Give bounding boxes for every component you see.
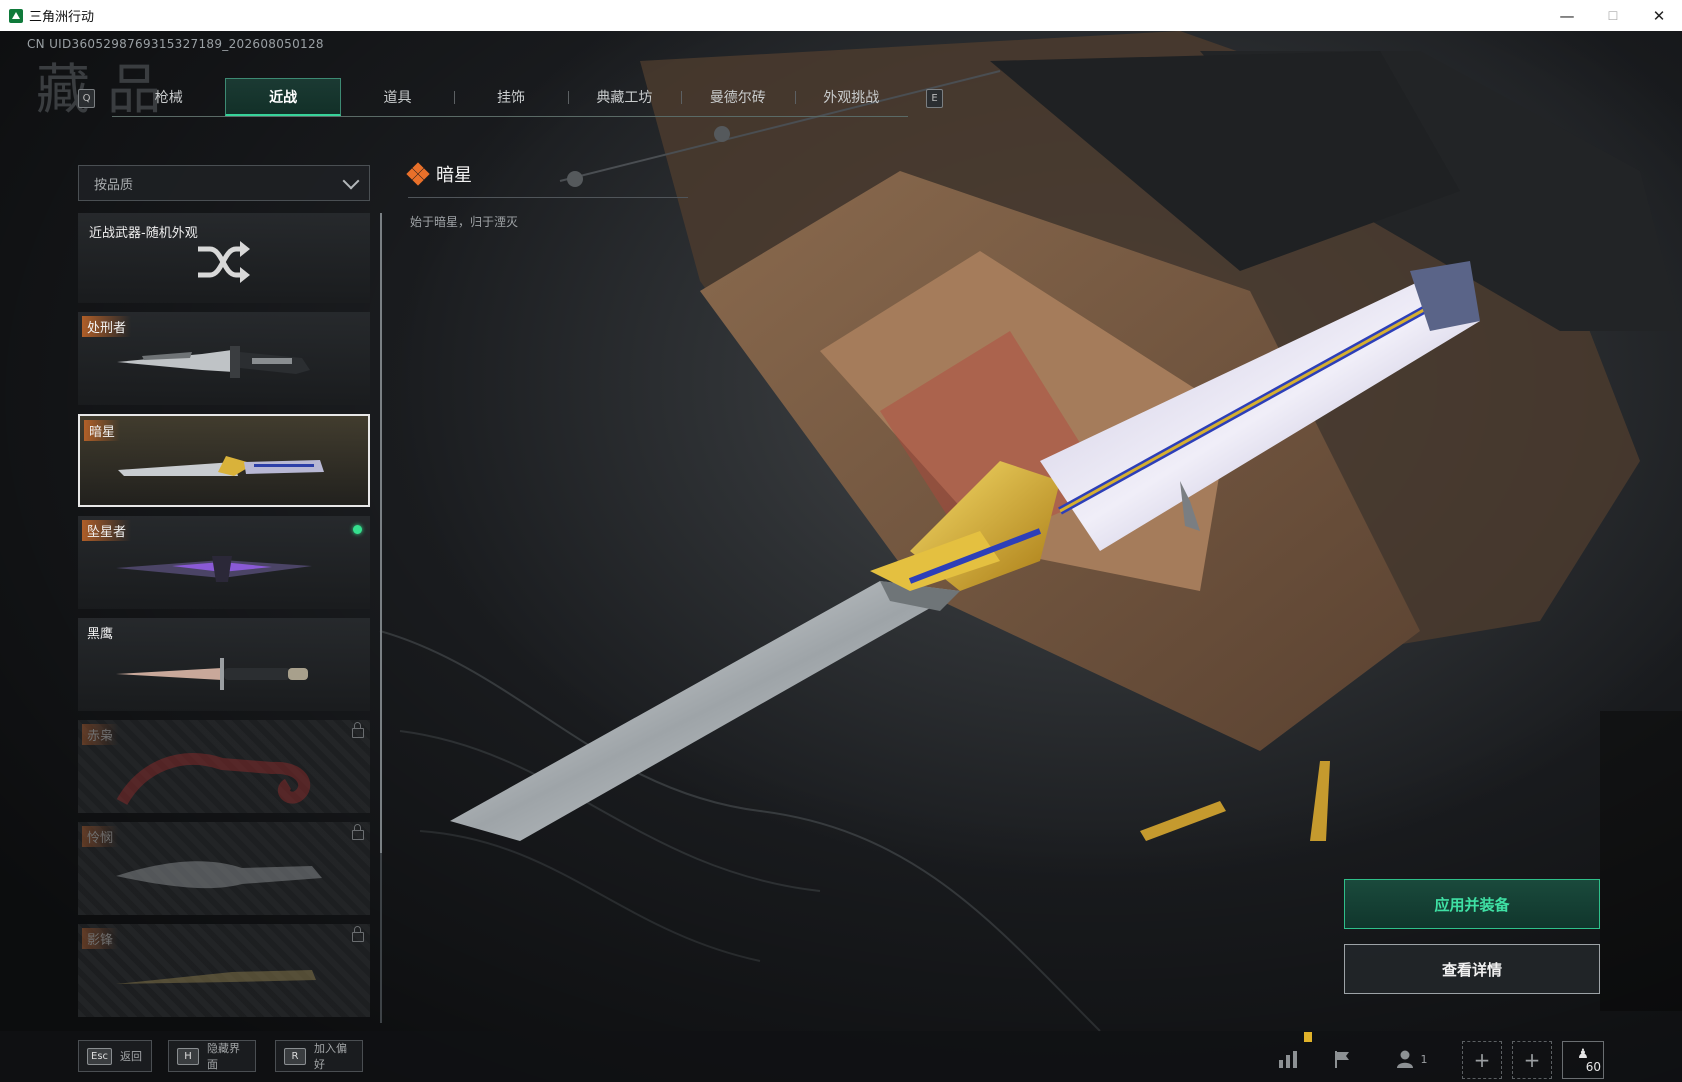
knife-thumbnail <box>116 556 312 582</box>
hint-label: 隐藏界面 <box>207 1042 240 1071</box>
window-titlebar: 三角洲行动 — ☐ ✕ <box>0 0 1682 32</box>
minimize-button[interactable]: — <box>1544 0 1590 31</box>
list-item-star-faller[interactable]: 坠星者 <box>78 516 370 609</box>
list-item-executioner[interactable]: 处刑者 <box>78 312 370 405</box>
tab-firearms[interactable]: 枪械 <box>112 78 225 116</box>
scrollbar-thumb[interactable] <box>380 213 382 853</box>
list-scrollbar[interactable] <box>380 213 382 1023</box>
hint-add-favorite[interactable]: R 加入偏好 <box>275 1040 363 1072</box>
player-level: 60 <box>1585 1059 1601 1074</box>
chevron-down-icon <box>342 172 360 189</box>
hint-label: 返回 <box>120 1050 143 1063</box>
equipped-indicator-icon <box>353 525 362 534</box>
lock-icon <box>352 722 364 738</box>
maximize-button[interactable]: ☐ <box>1590 0 1636 31</box>
lock-icon <box>352 824 364 840</box>
list-item-label: 近战武器-随机外观 <box>89 226 198 241</box>
filter-label: 按品质 <box>94 177 134 193</box>
apply-and-equip-button[interactable]: 应用并装备 <box>1344 879 1600 929</box>
hint-label: 加入偏好 <box>314 1042 347 1071</box>
friends-icon <box>1396 1050 1413 1068</box>
list-item-black-hawk[interactable]: 黑鹰 <box>78 618 370 711</box>
hint-key: R <box>284 1047 306 1065</box>
list-item-label: 怜悯 <box>82 826 119 847</box>
friends-count: 1 <box>1420 1052 1428 1066</box>
plus-icon: + <box>1523 1048 1541 1072</box>
knife-thumbnail <box>116 658 308 690</box>
tab-prev-key[interactable]: Q <box>78 89 95 108</box>
list-item-label: 坠星者 <box>82 520 132 541</box>
hint-hide-ui[interactable]: H 隐藏界面 <box>168 1040 256 1072</box>
notification-badge-icon <box>1304 1032 1312 1042</box>
category-tabs: 枪械 近战 道具 挂饰 典藏工坊 曼德尔砖 外观挑战 <box>112 78 908 117</box>
app-logo-icon <box>9 8 23 23</box>
lock-icon <box>352 926 364 942</box>
knife-thumbnail <box>118 456 324 476</box>
window-title: 三角洲行动 <box>29 10 95 25</box>
list-item-shadow-edge[interactable]: 影锋 <box>78 924 370 1017</box>
rarity-diamond-icon <box>406 162 430 186</box>
friends-button[interactable]: 1 <box>1386 1041 1436 1077</box>
list-item-label: 暗星 <box>84 420 121 441</box>
hint-key: Esc <box>87 1047 113 1065</box>
list-item-label: 处刑者 <box>82 316 132 337</box>
list-item-label: 黑鹰 <box>87 627 114 642</box>
tab-appearance-challenge[interactable]: 外观挑战 <box>794 78 908 116</box>
add-party-slot-button[interactable]: + <box>1462 1041 1502 1079</box>
knife-thumbnail <box>117 346 310 378</box>
tab-next-key[interactable]: E <box>926 89 943 108</box>
view-details-button[interactable]: 查看详情 <box>1344 944 1600 994</box>
tab-melee[interactable]: 近战 <box>225 78 341 116</box>
item-name: 暗星 <box>436 165 472 186</box>
window-controls: — ☐ ✕ <box>1544 0 1682 31</box>
list-item-dark-star[interactable]: 暗星 <box>78 414 370 507</box>
tab-collection-workshop[interactable]: 典藏工坊 <box>567 78 681 116</box>
hint-key: H <box>177 1047 199 1065</box>
tab-items[interactable]: 道具 <box>341 78 454 116</box>
plus-icon: + <box>1473 1048 1491 1072</box>
shuffle-icon <box>198 241 250 283</box>
tab-mandel-brick[interactable]: 曼德尔砖 <box>681 78 794 116</box>
list-item-random[interactable]: 近战武器-随机外观 <box>78 213 370 303</box>
list-item-label: 赤枭 <box>82 724 119 745</box>
tab-charms[interactable]: 挂饰 <box>454 78 567 116</box>
stats-icon[interactable] <box>1272 1041 1306 1077</box>
add-party-slot-button[interactable]: + <box>1512 1041 1552 1079</box>
melee-skin-list: 近战武器-随机外观 处刑者 暗星 坠星者 黑鹰 赤枭 怜悯 影锋 <box>78 213 370 1026</box>
knife-thumbnail <box>116 970 316 984</box>
close-button[interactable]: ✕ <box>1636 0 1682 31</box>
knife-thumbnail <box>116 861 322 889</box>
quality-filter-dropdown[interactable]: 按品质 <box>78 165 370 201</box>
list-item-mercy[interactable]: 怜悯 <box>78 822 370 915</box>
game-scene: CN UID3605298769315327189_202608050128 藏… <box>0 31 1682 1082</box>
item-description: 始于暗星，归于湮灭 <box>410 215 519 229</box>
knife-preview-art <box>450 261 1480 841</box>
list-item-red-owl[interactable]: 赤枭 <box>78 720 370 813</box>
player-level-badge[interactable]: ♟ 60 <box>1562 1041 1604 1079</box>
title-divider <box>408 197 688 198</box>
hint-back[interactable]: Esc 返回 <box>78 1040 152 1072</box>
knife-thumbnail <box>116 752 311 806</box>
list-item-label: 影锋 <box>82 928 119 949</box>
flag-icon[interactable] <box>1326 1041 1360 1077</box>
item-title: 暗星 <box>406 161 472 187</box>
